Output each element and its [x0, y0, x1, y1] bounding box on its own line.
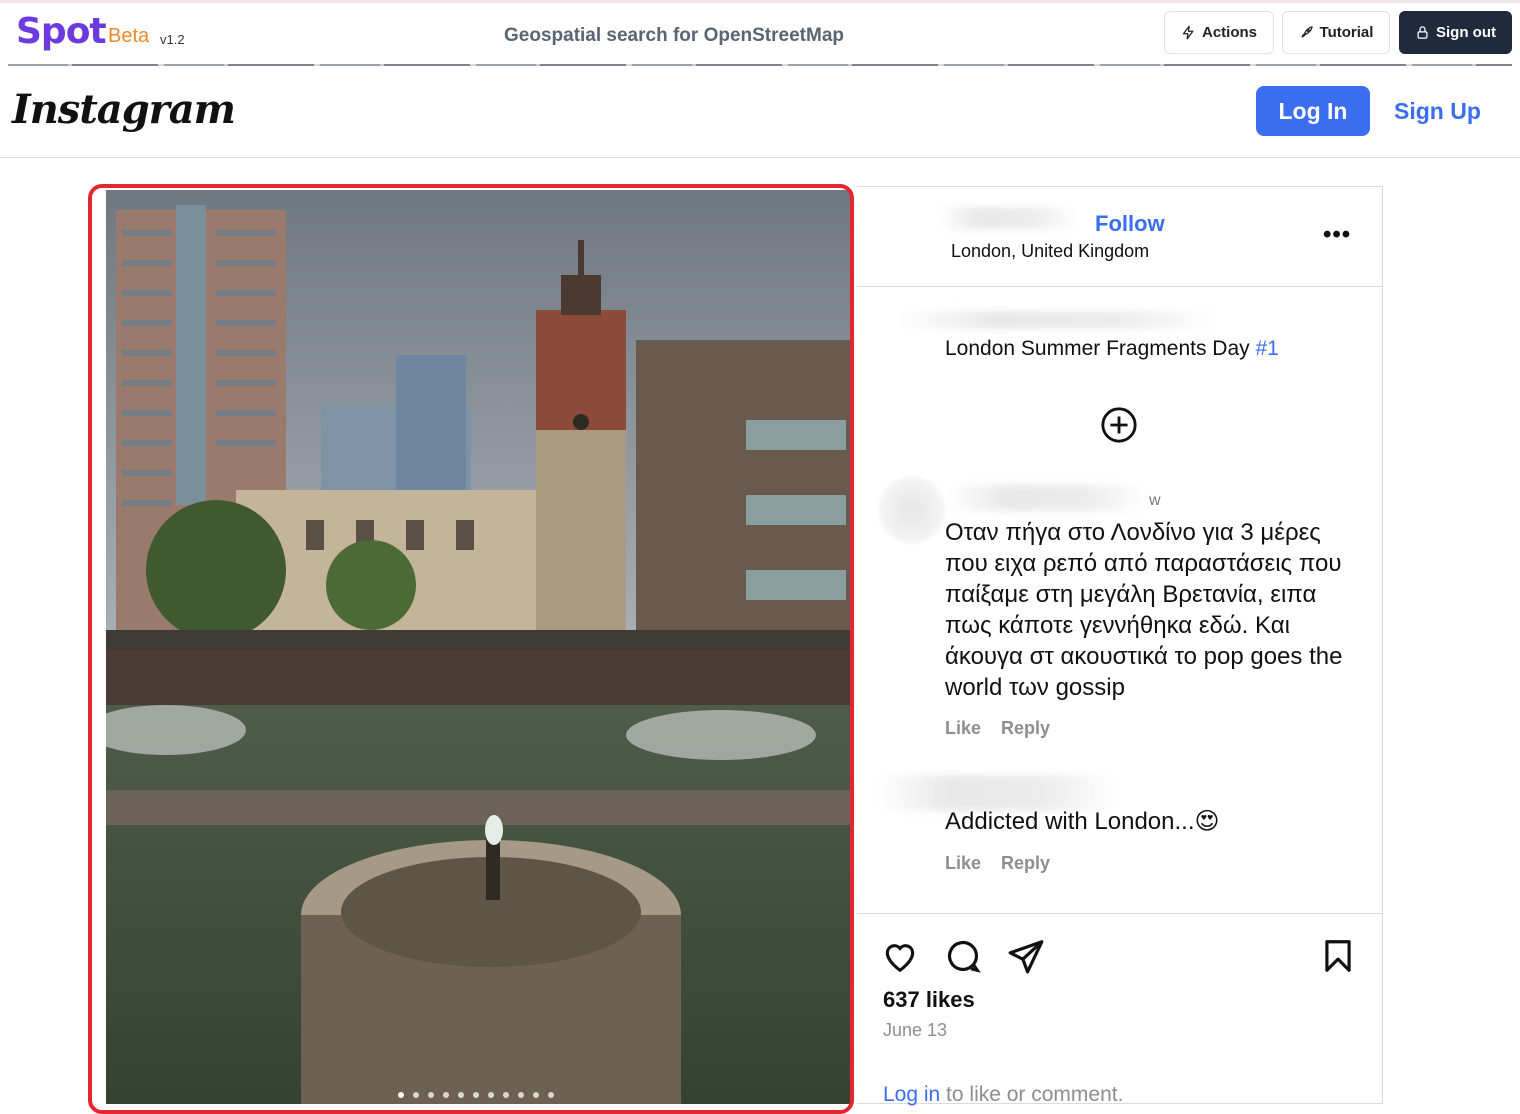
reply-button[interactable]: Reply [1001, 718, 1050, 739]
comment-text: Οταν πήγα στο Λονδίνο για 3 μέρες που ει… [945, 519, 1343, 701]
carousel-dot[interactable] [533, 1092, 539, 1098]
post-header: Follow London, United Kingdom ••• [857, 187, 1383, 287]
login-prompt: Log in to like or comment. [883, 1083, 1123, 1107]
lock-icon [1417, 26, 1428, 39]
comment-text: Addicted with London...😍 [945, 808, 1220, 835]
reply-button[interactable]: Reply [1001, 853, 1050, 874]
carousel-dot[interactable] [488, 1092, 494, 1098]
redacted-username [937, 207, 1077, 229]
post-date: June 13 [883, 1020, 948, 1040]
carousel-dot[interactable] [548, 1092, 554, 1098]
more-options-button[interactable]: ••• [1323, 221, 1351, 249]
carousel-dot[interactable] [518, 1092, 524, 1098]
spot-tagline: Geospatial search for OpenStreetMap [504, 25, 844, 46]
lightning-icon [1182, 25, 1194, 40]
post-caption: London Summer Fragments Day #1 [945, 337, 1279, 361]
carousel-dots [398, 1092, 554, 1098]
post-panel: Follow London, United Kingdom ••• London… [857, 186, 1383, 1107]
like-comment-button[interactable]: Like [945, 853, 981, 874]
redacted-commenter [877, 775, 1117, 811]
comment-icon[interactable] [944, 937, 982, 975]
follow-button[interactable]: Follow [1095, 211, 1165, 237]
tutorial-button[interactable]: Tutorial [1282, 11, 1390, 54]
caption-text: London Summer Fragments Day [945, 337, 1256, 360]
carousel-dot[interactable] [398, 1092, 404, 1098]
hashtag-link[interactable]: #1 [1255, 337, 1278, 360]
redacted-caption-author [897, 311, 1217, 329]
actions-label: Actions [1201, 24, 1257, 41]
load-more-comments-icon[interactable] [1100, 406, 1138, 444]
rocket-icon [1301, 26, 1313, 38]
heart-icon[interactable] [881, 937, 919, 975]
likes-count[interactable]: 637 likes [883, 987, 975, 1013]
carousel-dot[interactable] [413, 1092, 419, 1098]
carousel-dot[interactable] [473, 1092, 479, 1098]
spot-header: Spot Beta v1.2 Geospatial search for Ope… [0, 0, 1520, 66]
comment-time: w [1149, 492, 1161, 509]
comment-actions: Like Reply [945, 853, 1050, 874]
login-prompt-text: to like or comment. [940, 1083, 1124, 1106]
photo-image [106, 190, 852, 1104]
redacted-commenter [947, 485, 1147, 511]
bookmark-icon[interactable] [1319, 937, 1357, 975]
carousel-dot[interactable] [503, 1092, 509, 1098]
carousel-dot[interactable] [428, 1092, 434, 1098]
location-link[interactable]: London, United Kingdom [951, 241, 1149, 262]
log-in-button[interactable]: Log In [1256, 86, 1370, 136]
sign-out-label: Sign out [1436, 24, 1496, 41]
carousel-dot[interactable] [443, 1092, 449, 1098]
sign-out-button[interactable]: Sign out [1399, 11, 1512, 54]
post-actions-bar [857, 913, 1383, 914]
carousel-dot[interactable] [458, 1092, 464, 1098]
like-comment-button[interactable]: Like [945, 718, 981, 739]
share-icon[interactable] [1007, 937, 1045, 975]
log-in-link[interactable]: Log in [883, 1083, 940, 1106]
instagram-logo[interactable]: Instagram [12, 86, 236, 133]
comment-actions: Like Reply [945, 718, 1050, 739]
post-photo[interactable] [106, 190, 852, 1104]
sign-up-link[interactable]: Sign Up [1394, 98, 1481, 125]
instagram-nav: Instagram Log In Sign Up [0, 66, 1520, 158]
tutorial-label: Tutorial [1319, 24, 1374, 41]
actions-button[interactable]: Actions [1164, 11, 1274, 54]
avatar[interactable] [879, 477, 945, 543]
